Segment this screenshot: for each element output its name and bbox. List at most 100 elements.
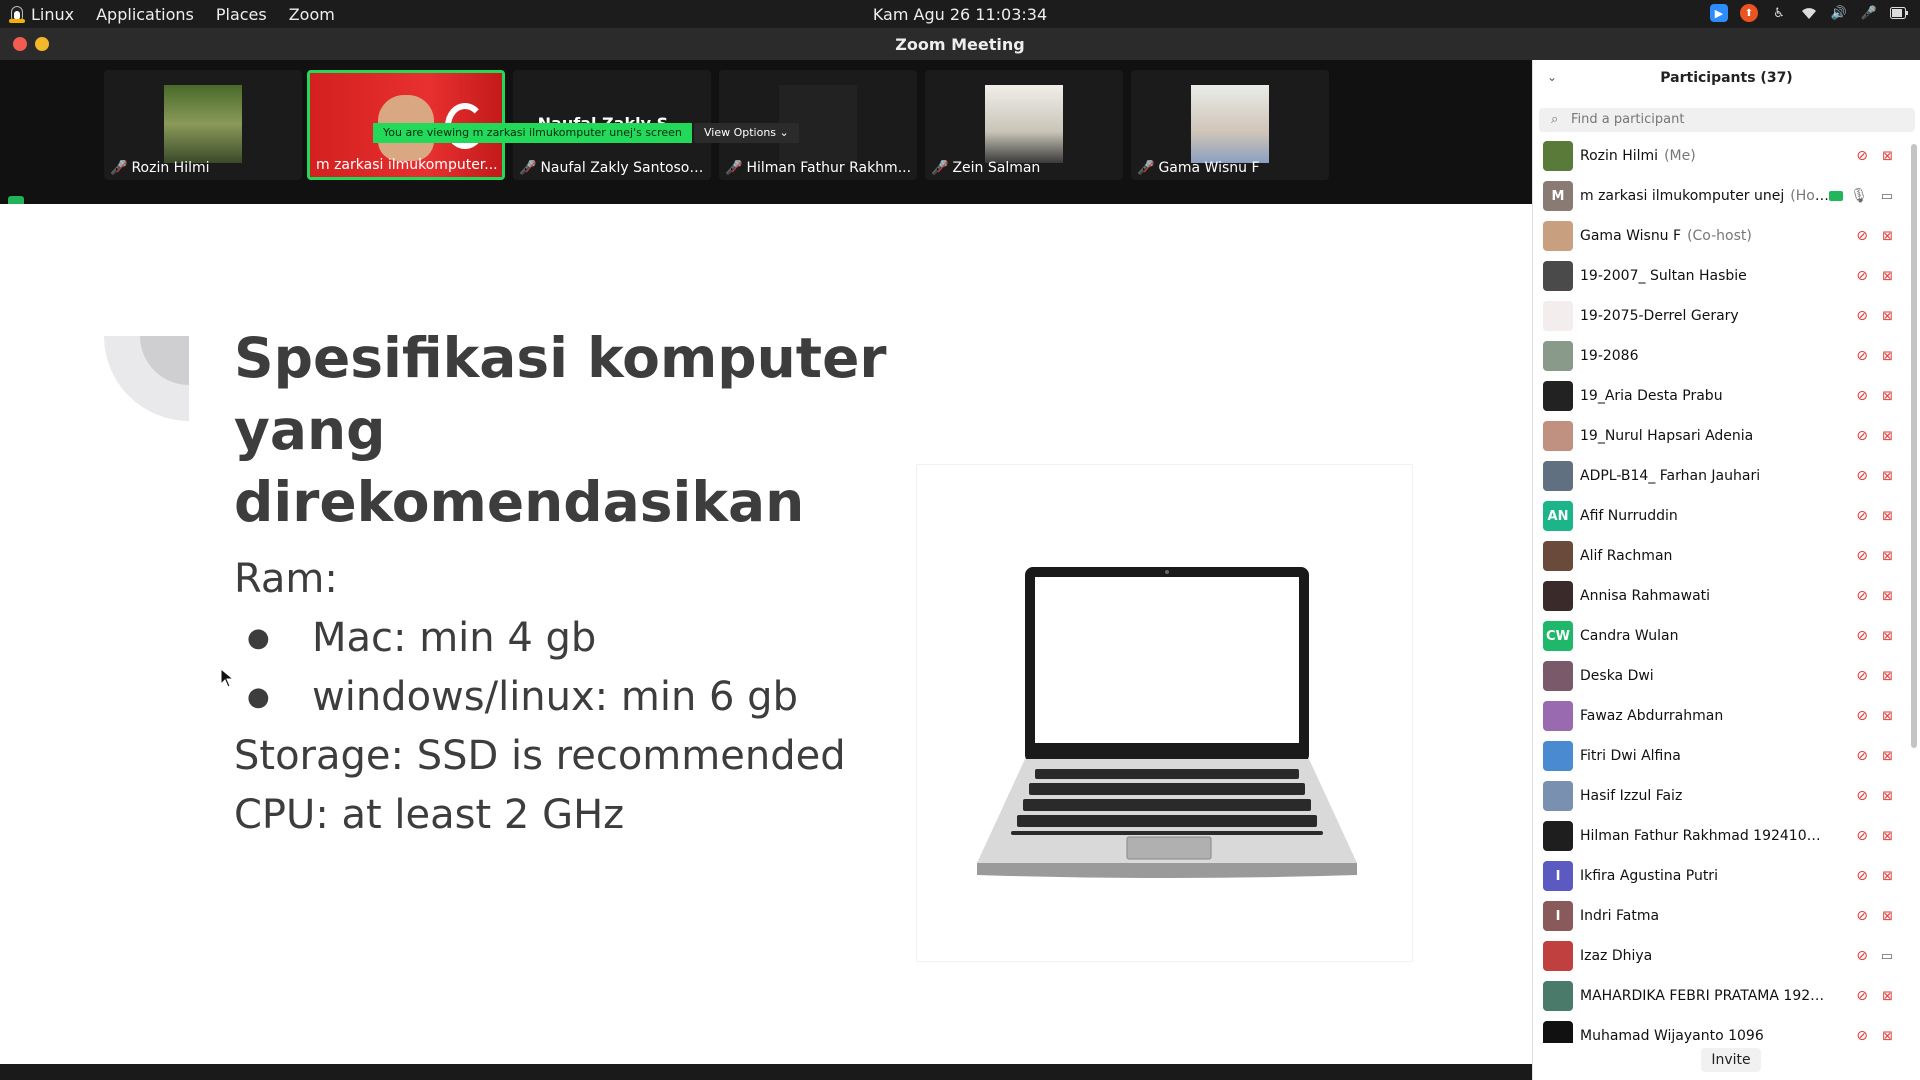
mic-muted-icon[interactable]: ⊘ [1856,228,1868,244]
mic-muted-icon[interactable]: ⊘ [1856,308,1868,324]
zoom-menu[interactable]: Zoom [278,5,346,24]
participant-row[interactable]: Hasif Izzul Faiz ⊘ ⊠ [1533,776,1901,816]
zoom-tray-icon[interactable]: ▶ [1710,4,1728,22]
video-off-icon[interactable]: ⊠ [1882,829,1893,844]
participant-row[interactable]: CW Candra Wulan ⊘ ⊠ [1533,616,1901,656]
video-tile[interactable]: 🎤̸ Gama Wisnu F [1131,70,1329,180]
participant-row[interactable]: Fitri Dwi Alfina ⊘ ⊠ [1533,736,1901,776]
participant-row[interactable]: 19-2075-Derrel Gerary ⊘ ⊠ [1533,296,1901,336]
mic-muted-icon[interactable]: ⊘ [1856,428,1868,444]
participant-row[interactable]: 19_Nurul Hapsari Adenia ⊘ ⊠ [1533,416,1901,456]
avatar: CW [1543,621,1573,651]
video-off-icon[interactable]: ⊠ [1882,389,1893,404]
mic-muted-icon[interactable]: ⊘ [1856,1028,1868,1043]
mic-muted-icon[interactable]: ⊘ [1856,908,1868,924]
participant-row[interactable]: Annisa Rahmawati ⊘ ⊠ [1533,576,1901,616]
avatar [1543,301,1573,331]
video-on-icon[interactable]: ▭ [1881,949,1893,964]
mic-muted-icon[interactable]: ⊘ [1856,628,1868,644]
volume-icon[interactable]: 🔊 [1830,4,1848,22]
video-off-icon[interactable]: ⊠ [1882,709,1893,724]
avatar [1543,141,1573,171]
video-off-icon[interactable]: ⊠ [1882,1029,1893,1044]
participant-row[interactable]: Gama Wisnu F (Co-host) ⊘ ⊠ [1533,216,1901,256]
video-off-icon[interactable]: ⊠ [1882,869,1893,884]
mic-muted-icon[interactable]: ⊘ [1856,788,1868,804]
participant-row[interactable]: Alif Rachman ⊘ ⊠ [1533,536,1901,576]
video-off-icon[interactable]: ⊠ [1882,509,1893,524]
video-off-icon[interactable]: ⊠ [1882,989,1893,1004]
wifi-icon[interactable] [1800,4,1818,22]
video-off-icon[interactable]: ⊠ [1882,589,1893,604]
participant-row[interactable]: Mm zarkasi ilmukomputer unej (Host) 🎙 ▭ [1533,176,1901,216]
participant-row[interactable]: Muhamad Wijayanto 1096 ⊘ ⊠ [1533,1016,1901,1043]
participant-row[interactable]: I Indri Fatma ⊘ ⊠ [1533,896,1901,936]
participant-row[interactable]: Izaz Dhiya ⊘ ▭ [1533,936,1901,976]
places-menu[interactable]: Places [205,5,278,24]
mic-muted-icon[interactable]: ⊘ [1856,828,1868,844]
participant-row[interactable]: ADPL-B14_ Farhan Jauhari ⊘ ⊠ [1533,456,1901,496]
mic-muted-icon[interactable]: ⊘ [1856,588,1868,604]
participant-row[interactable]: Deska Dwi ⊘ ⊠ [1533,656,1901,696]
participant-name-text: Afif Nurruddin [1580,508,1678,524]
mic-muted-icon[interactable]: ⊘ [1856,668,1868,684]
video-off-icon[interactable]: ⊠ [1882,229,1893,244]
mic-muted-icon[interactable]: ⊘ [1856,268,1868,284]
invite-button[interactable]: Invite [1701,1048,1761,1072]
participant-row[interactable]: Hilman Fathur Rakhmad 192410102043 ⊘ ⊠ [1533,816,1901,856]
update-tray-icon[interactable]: ⬆ [1740,4,1758,22]
participant-name-text: Gama Wisnu F [1580,228,1682,244]
video-on-icon[interactable]: ▭ [1881,189,1893,204]
mic-on-icon[interactable]: 🎙 [1850,188,1868,204]
mic-muted-icon[interactable]: ⊘ [1856,348,1868,364]
slide-body: Ram: Mac: min 4 gb windows/linux: min 6 … [234,550,846,845]
mic-muted-icon[interactable]: ⊘ [1856,468,1868,484]
mic-muted-icon[interactable]: ⊘ [1856,948,1868,964]
video-off-icon[interactable]: ⊠ [1882,349,1893,364]
video-tile[interactable]: 🎤̸ Zein Salman [925,70,1123,180]
participant-row[interactable]: Rozin Hilmi (Me) ⊘ ⊠ [1533,136,1901,176]
participant-row[interactable]: Fawaz Abdurrahman ⊘ ⊠ [1533,696,1901,736]
accessibility-icon[interactable]: ♿ [1770,4,1788,22]
video-off-icon[interactable]: ⊠ [1882,149,1893,164]
video-off-icon[interactable]: ⊠ [1882,749,1893,764]
participant-row[interactable]: MAHARDIKA FEBRI PRATAMA 1924101... ⊘ ⊠ [1533,976,1901,1016]
participant-row[interactable]: 19-2007_ Sultan Hasbie ⊘ ⊠ [1533,256,1901,296]
mic-muted-icon[interactable]: ⊘ [1856,748,1868,764]
search-icon: ⌕ [1551,112,1559,127]
mic-muted-icon[interactable]: ⊘ [1856,148,1868,164]
bullet-item: Mac: min 4 gb [234,609,846,668]
mic-muted-icon[interactable]: ⊘ [1856,868,1868,884]
participant-row[interactable]: 19-2086 ⊘ ⊠ [1533,336,1901,376]
participant-row[interactable]: AN Afif Nurruddin ⊘ ⊠ [1533,496,1901,536]
video-off-icon[interactable]: ⊠ [1882,549,1893,564]
mic-muted-icon[interactable]: ⊘ [1856,988,1868,1004]
video-tile[interactable]: 🎤̸ Rozin Hilmi [104,70,302,180]
avatar [1543,581,1573,611]
applications-menu[interactable]: Applications [85,5,205,24]
battery-icon[interactable] [1890,4,1908,22]
participant-list-scrollbar[interactable] [1911,144,1917,748]
mic-muted-icon[interactable]: ⊘ [1856,548,1868,564]
mic-muted-icon[interactable]: ⊘ [1856,508,1868,524]
os-menu[interactable]: Linux [28,5,85,24]
ram-label: Ram: [234,556,338,602]
microphone-icon[interactable]: 🎤 [1860,4,1878,22]
participant-row[interactable]: 19_Aria Desta Prabu ⊘ ⊠ [1533,376,1901,416]
video-off-icon[interactable]: ⊠ [1882,789,1893,804]
video-off-icon[interactable]: ⊠ [1882,269,1893,284]
mic-muted-icon[interactable]: ⊘ [1856,708,1868,724]
video-off-icon[interactable]: ⊠ [1882,429,1893,444]
search-placeholder: Find a participant [1571,112,1685,127]
view-options-button[interactable]: View Options ⌄ [694,123,799,143]
window-titlebar: Zoom Meeting [0,28,1920,60]
video-off-icon[interactable]: ⊠ [1882,669,1893,684]
participant-search-input[interactable]: ⌕ Find a participant [1539,108,1915,132]
video-off-icon[interactable]: ⊠ [1882,909,1893,924]
video-off-icon[interactable]: ⊠ [1882,629,1893,644]
participant-row[interactable]: I Ikfira Agustina Putri ⊘ ⊠ [1533,856,1901,896]
video-off-icon[interactable]: ⊠ [1882,469,1893,484]
video-off-icon[interactable]: ⊠ [1882,309,1893,324]
tile-name: m zarkasi ilmukomputer... [316,157,498,173]
mic-muted-icon[interactable]: ⊘ [1856,388,1868,404]
